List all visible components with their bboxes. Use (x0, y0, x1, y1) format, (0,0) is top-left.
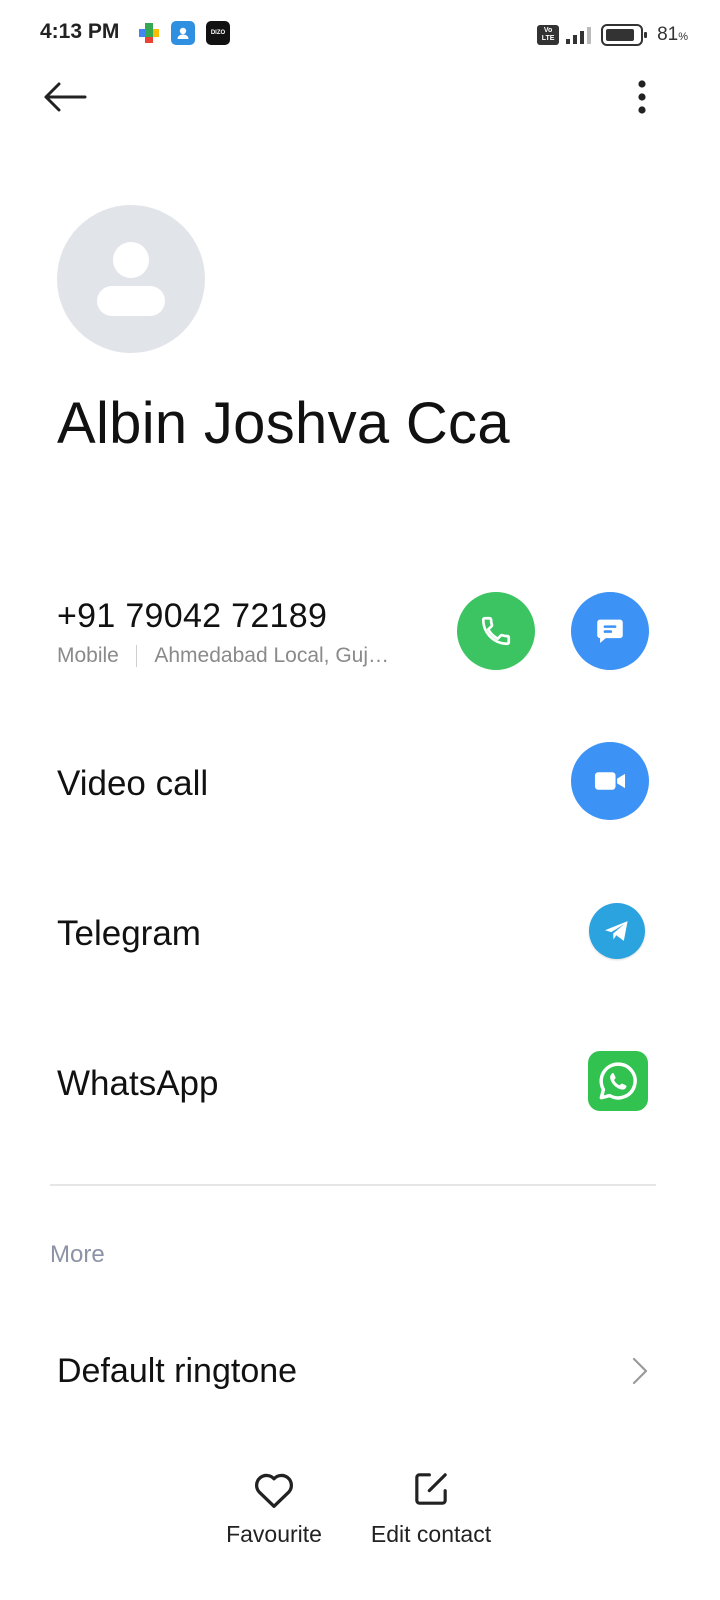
heart-icon (251, 1466, 297, 1512)
edit-contact-button[interactable]: Edit contact (360, 1466, 502, 1548)
dizo-icon: DIZO (206, 21, 230, 45)
contacts-app-icon (171, 21, 195, 45)
edit-icon (408, 1466, 454, 1512)
message-icon (597, 619, 623, 644)
video-call-label[interactable]: Video call (57, 764, 208, 804)
telegram-icon (604, 921, 628, 941)
more-vertical-icon (638, 80, 646, 114)
volte-icon: Vo LTE (537, 25, 560, 45)
whatsapp-icon (599, 1062, 637, 1100)
phone-type: Mobile (57, 644, 119, 667)
more-options-button[interactable] (622, 72, 662, 122)
status-time: 4:13 PM (40, 20, 120, 43)
video-camera-icon (594, 772, 626, 790)
battery-icon (601, 24, 648, 46)
chevron-right-icon (632, 1357, 648, 1385)
phone-meta: Mobile Ahmedabad Local, Guj… (57, 644, 389, 668)
favourite-label: Favourite (226, 1521, 322, 1547)
telegram-label[interactable]: Telegram (57, 914, 201, 954)
arrow-left-icon (44, 82, 87, 112)
phone-icon (481, 616, 511, 646)
back-button[interactable] (38, 72, 94, 122)
edit-contact-label: Edit contact (370, 1521, 492, 1547)
status-icons: Vo LTE 81% (537, 22, 688, 48)
play-games-icon (137, 21, 161, 45)
contact-name: Albin Joshva Cca (57, 391, 510, 456)
person-placeholder-icon (97, 242, 165, 316)
phone-number[interactable]: +91 79042 72189 (57, 597, 327, 636)
section-divider (50, 1184, 656, 1186)
video-call-button[interactable] (571, 742, 649, 820)
favourite-button[interactable]: Favourite (214, 1466, 334, 1548)
signal-icon (566, 27, 592, 44)
battery-percent: 81% (657, 24, 688, 45)
status-bar: 4:13 PM DIZO Vo LTE 81% (0, 0, 720, 70)
telegram-button[interactable] (589, 903, 645, 959)
default-ringtone-row[interactable]: Default ringtone (0, 1320, 720, 1420)
default-ringtone-label: Default ringtone (57, 1352, 298, 1390)
whatsapp-button[interactable] (588, 1051, 648, 1111)
whatsapp-label[interactable]: WhatsApp (57, 1064, 218, 1104)
more-section-header: More (50, 1241, 105, 1268)
avatar (57, 205, 205, 353)
phone-location: Ahmedabad Local, Guj… (154, 644, 390, 667)
call-button[interactable] (457, 592, 535, 670)
divider (135, 645, 138, 667)
message-button[interactable] (571, 592, 649, 670)
